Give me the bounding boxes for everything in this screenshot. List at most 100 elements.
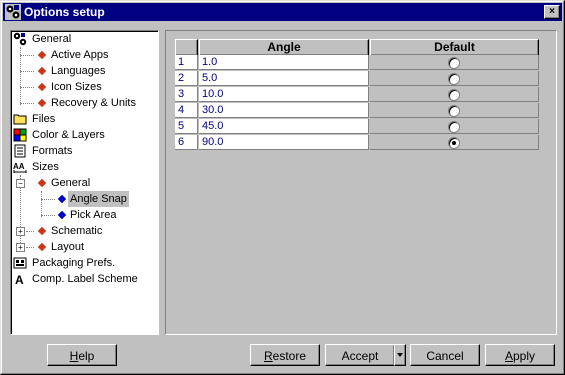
tree-item-sizes-general[interactable]: − General	[11, 175, 156, 191]
default-cell[interactable]	[370, 71, 539, 86]
close-icon: ×	[549, 6, 555, 17]
cancel-button[interactable]: Cancel	[410, 344, 480, 366]
angle-cell[interactable]: 45.0	[199, 119, 369, 134]
grid-header-angle[interactable]: Angle	[199, 39, 369, 56]
palette-icon	[13, 128, 27, 142]
tree-item-files[interactable]: Files	[11, 111, 156, 127]
grid-header-num	[175, 39, 198, 56]
tree-item-recovery-units[interactable]: Recovery & Units	[11, 95, 156, 111]
tree-item-label: General	[32, 33, 72, 45]
tree-item-label: Layout	[51, 241, 85, 253]
default-cell[interactable]	[370, 135, 539, 150]
tree-item-label: Icon Sizes	[51, 81, 102, 93]
tree-item-label: Recovery & Units	[51, 97, 136, 109]
table-row[interactable]: 3 10.0	[175, 87, 539, 103]
title-bar[interactable]: Options setup ×	[3, 3, 562, 21]
options-dialog: Options setup × General Active Apps Lang…	[0, 0, 565, 375]
gears-icon	[13, 32, 27, 46]
tree-item-label: Pick Area	[70, 209, 117, 221]
table-row[interactable]: 4 30.0	[175, 103, 539, 119]
restore-button[interactable]: Restore	[250, 344, 320, 366]
default-cell[interactable]	[370, 55, 539, 70]
default-radio[interactable]	[448, 121, 460, 133]
row-number: 6	[175, 135, 198, 150]
radio-selected-dot	[452, 141, 456, 145]
tree-item-schematic[interactable]: + Schematic	[11, 223, 156, 239]
accept-dropdown-button[interactable]	[394, 344, 406, 366]
tree-connector	[26, 231, 34, 232]
tree-item-languages[interactable]: Languages	[11, 63, 156, 79]
tree-item-label: Formats	[32, 145, 73, 157]
table-row[interactable]: 2 5.0	[175, 71, 539, 87]
tree-item-general[interactable]: General	[11, 31, 156, 47]
table-row[interactable]: 1 1.0	[175, 55, 539, 71]
default-cell[interactable]	[370, 87, 539, 102]
tree-item-formats[interactable]: Formats	[11, 143, 156, 159]
expand-icon[interactable]: +	[16, 227, 25, 236]
tree-item-icon-sizes[interactable]: Icon Sizes	[11, 79, 156, 95]
angle-cell[interactable]: 30.0	[199, 103, 369, 118]
tree-item-label: Files	[32, 113, 56, 125]
angle-cell[interactable]: 5.0	[199, 71, 369, 86]
row-number: 1	[175, 55, 198, 70]
red-diamond-icon	[37, 178, 47, 188]
red-diamond-icon	[37, 226, 47, 236]
angle-cell[interactable]: 10.0	[199, 87, 369, 102]
default-cell[interactable]	[370, 103, 539, 118]
tree-item-sizes[interactable]: AA Sizes	[11, 159, 156, 175]
tree-item-label: Packaging Prefs.	[32, 257, 116, 269]
default-radio[interactable]	[448, 89, 460, 101]
grid-header-default[interactable]: Default	[370, 39, 539, 56]
angle-cell[interactable]: 1.0	[199, 55, 369, 70]
collapse-icon[interactable]: −	[16, 179, 25, 188]
tree-item-label: Color & Layers	[32, 129, 105, 141]
options-tree[interactable]: General Active Apps Languages Icon Sizes…	[10, 30, 159, 335]
tree-item-layout[interactable]: + Layout	[11, 239, 156, 255]
ruler-icon: AA	[13, 162, 27, 173]
apply-button-mnemonic: A	[504, 349, 513, 363]
blue-diamond-icon	[57, 194, 67, 204]
row-number: 2	[175, 71, 198, 86]
red-diamond-icon	[37, 66, 47, 76]
tree-item-label: Active Apps	[51, 49, 109, 61]
table-row[interactable]: 5 45.0	[175, 119, 539, 135]
accept-button-label: Accept	[341, 349, 379, 363]
default-radio[interactable]	[448, 73, 460, 85]
table-row[interactable]: 6 90.0	[175, 135, 539, 151]
close-button[interactable]: ×	[544, 5, 560, 19]
row-number: 5	[175, 119, 198, 134]
tree-item-packaging-prefs[interactable]: Packaging Prefs.	[11, 255, 156, 271]
help-button-label: elp	[78, 349, 95, 363]
tree-item-pick-area[interactable]: Pick Area	[11, 207, 156, 223]
tree-item-active-apps[interactable]: Active Apps	[11, 47, 156, 63]
tree-item-label: Sizes	[32, 161, 59, 173]
help-button[interactable]: Help	[47, 344, 117, 366]
folder-icon	[13, 114, 27, 125]
apply-button-label: pply	[513, 349, 536, 363]
svg-text:AA: AA	[13, 162, 25, 171]
tree-item-comp-label-scheme[interactable]: A Comp. Label Scheme	[11, 271, 156, 287]
default-radio[interactable]	[448, 137, 460, 149]
apply-button[interactable]: Apply	[485, 344, 555, 366]
chevron-down-icon	[397, 353, 403, 357]
restore-button-mnemonic: R	[263, 349, 273, 363]
red-diamond-icon	[37, 82, 47, 92]
restore-button-label: estore	[272, 349, 307, 363]
tree-item-color-layers[interactable]: Color & Layers	[11, 127, 156, 143]
tree-item-label: Languages	[51, 65, 106, 77]
default-cell[interactable]	[370, 119, 539, 134]
cancel-button-label: Cancel	[426, 349, 464, 363]
expand-icon[interactable]: +	[16, 243, 25, 252]
tree-item-label: General	[51, 177, 91, 189]
default-radio[interactable]	[448, 57, 460, 69]
tree-item-angle-snap[interactable]: Angle Snap	[11, 191, 156, 207]
accept-button[interactable]: Accept	[325, 344, 395, 366]
default-radio[interactable]	[448, 105, 460, 117]
tree-connector	[26, 247, 34, 248]
svg-text:A: A	[15, 273, 24, 286]
letter-a-icon: A	[15, 273, 24, 286]
angle-snap-grid[interactable]: Angle Default 1 1.0 2 5.0 3 10.0 4 30.0 …	[175, 39, 539, 151]
red-diamond-icon	[37, 50, 47, 60]
angle-cell[interactable]: 90.0	[199, 135, 369, 150]
red-diamond-icon	[37, 242, 47, 252]
